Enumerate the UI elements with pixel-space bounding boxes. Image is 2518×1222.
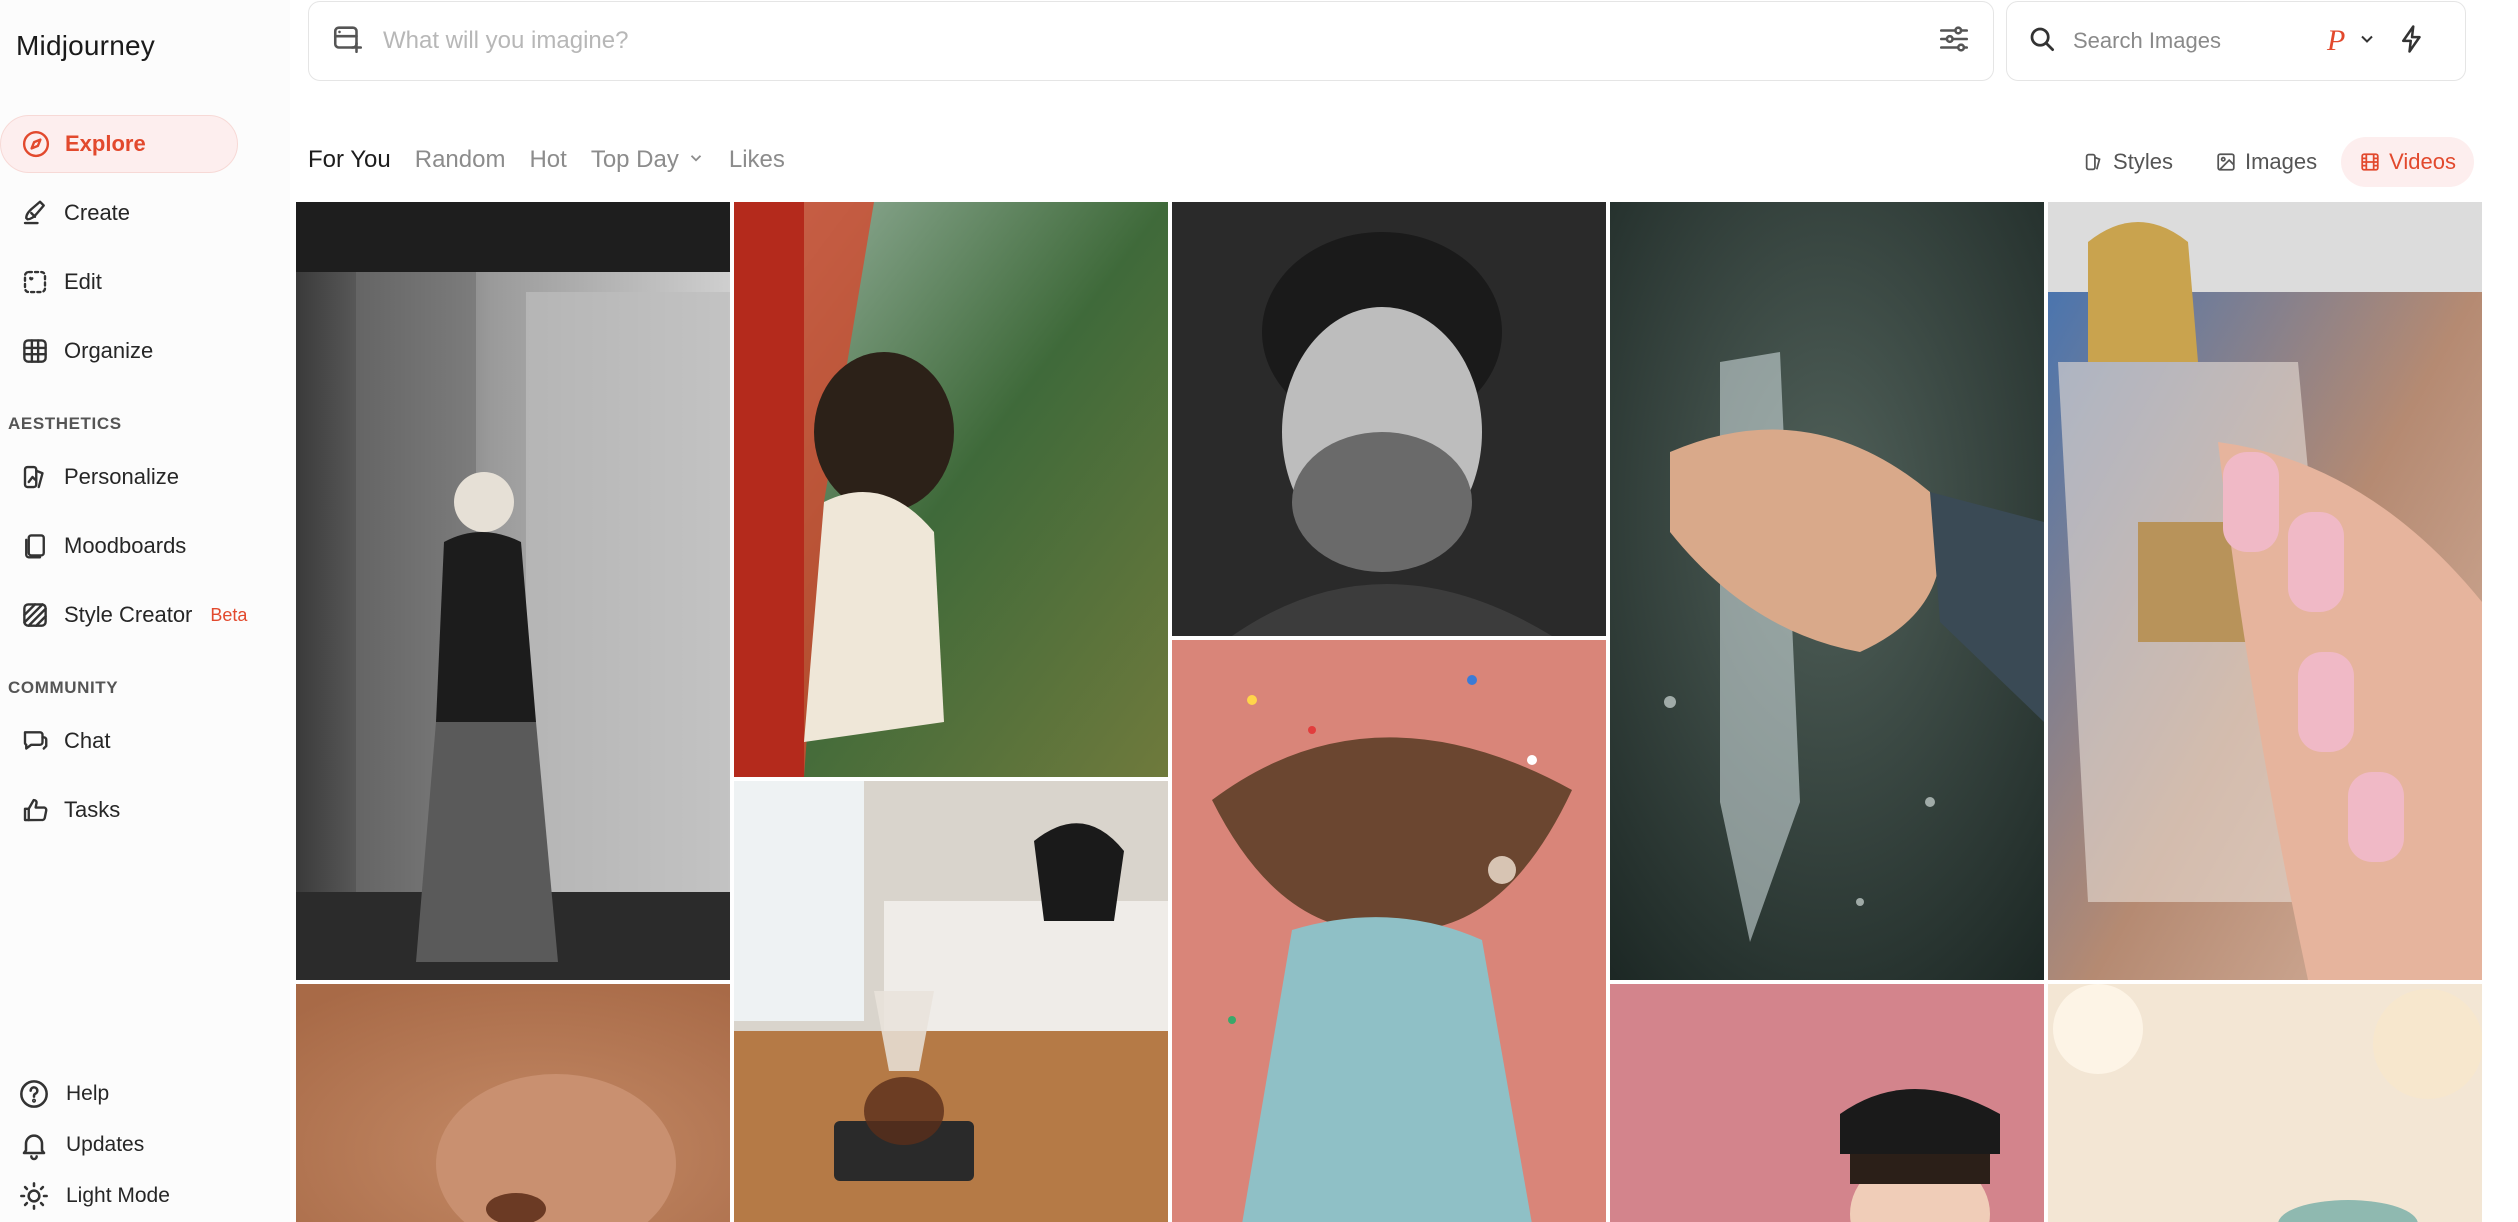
gallery-tile-bokeh-soft-light[interactable] [2048,984,2482,1222]
sidebar-item-label: Edit [64,269,102,294]
tab-top-day-label: Top Day [590,146,679,173]
gallery-tile-girl-leaning-from-train-window[interactable] [734,202,1168,777]
bell-icon [18,1129,50,1161]
search-bar: P [2006,1,2466,81]
sidebar: Midjourney Explore Create Edit Organize … [0,0,290,1222]
compass-icon [21,129,51,159]
moodboards-icon [20,531,50,561]
section-heading-community: COMMUNITY [8,678,119,697]
light-mode-label: Light Mode [66,1184,170,1207]
chevron-down-icon[interactable] [2345,29,2377,54]
sidebar-item-personalize[interactable]: Personalize [0,448,238,506]
sidebar-item-chat[interactable]: Chat [0,712,238,770]
feed-tabs: For You Random Hot Top Day Likes [308,146,809,174]
profile-avatar[interactable]: P [2327,24,2345,58]
sidebar-item-label: Chat [64,728,111,753]
chat-icon [20,726,50,756]
settings-sliders-icon[interactable] [1937,22,1971,61]
gallery-tile-pour-over-coffee-kettle[interactable] [734,781,1168,1222]
sidebar-item-edit[interactable]: Edit [0,253,238,311]
sidebar-item-label: Explore [65,131,146,156]
tab-likes[interactable]: Likes [729,146,785,174]
help-icon [18,1078,50,1110]
help-button[interactable]: Help [18,1078,109,1110]
add-image-icon[interactable] [331,22,365,61]
chevron-down-icon [679,146,705,174]
tab-top-day[interactable]: Top Day [591,146,705,174]
gallery-tile-manicured-nails-perfume-bottle[interactable] [2048,202,2482,980]
gallery-tile-hand-with-water-bottle-splash[interactable] [1610,202,2044,980]
sidebar-item-label: Tasks [64,797,121,822]
sidebar-item-label: Personalize [64,464,179,489]
prompt-bar [308,1,1994,81]
style-creator-icon [20,600,50,630]
filter-images-label: Images [2244,149,2318,174]
prompt-input[interactable] [383,27,1937,55]
gallery-tile-girl-in-black-beret[interactable] [1610,984,2044,1222]
gallery-tile-woman-by-train-bw[interactable] [296,202,730,980]
brush-icon [20,198,50,228]
sidebar-item-label: Organize [64,338,154,363]
light-mode-toggle[interactable]: Light Mode [18,1180,170,1212]
help-label: Help [66,1082,110,1105]
sidebar-item-moodboards[interactable]: Moodboards [0,517,238,575]
sidebar-item-create[interactable]: Create [0,184,238,242]
sidebar-item-style-creator[interactable]: Style Creator Beta [0,586,247,644]
image-icon [2217,153,2235,171]
search-input[interactable] [2073,28,2323,54]
film-icon [2361,153,2379,171]
updates-button[interactable]: Updates [18,1129,144,1161]
filter-styles-label: Styles [2113,149,2173,174]
gallery-tile-close-up-freckled-nose[interactable] [296,984,730,1222]
gallery-tile-hair-flip-confetti[interactable] [1172,640,1606,1222]
tab-hot[interactable]: Hot [529,146,566,174]
beta-badge: Beta [210,604,248,625]
edit-selection-icon [20,267,50,297]
gallery-tile-smiling-bearded-man-bw[interactable] [1172,202,1606,636]
brand-logo[interactable]: Midjourney [16,30,155,62]
sidebar-item-label: Create [64,200,131,225]
thumbs-up-icon [20,795,50,825]
filter-videos-label: Videos [2389,149,2456,174]
section-heading-aesthetics: AESTHETICS [8,414,122,433]
sun-icon [18,1180,50,1212]
styles-icon [2085,153,2101,171]
grid-icon [20,336,50,366]
search-icon [2027,24,2057,59]
tab-for-you[interactable]: For You [308,146,391,174]
image-gallery [296,202,2482,1222]
sidebar-item-label: Moodboards [64,533,187,558]
tab-random[interactable]: Random [415,146,506,174]
sidebar-item-organize[interactable]: Organize [0,322,238,380]
sidebar-item-explore[interactable]: Explore [0,115,238,173]
sidebar-item-tasks[interactable]: Tasks [0,781,238,839]
filter-images-button[interactable]: Images [2197,137,2335,187]
filter-videos-button[interactable]: Videos [2341,137,2474,187]
sidebar-item-label: Style Creator [64,602,193,627]
filter-styles-button[interactable]: Styles [2065,137,2191,187]
media-filters: Styles Images Videos [2059,137,2474,187]
personalize-icon [20,462,50,492]
lightning-icon[interactable] [2377,24,2427,59]
updates-label: Updates [66,1133,145,1156]
